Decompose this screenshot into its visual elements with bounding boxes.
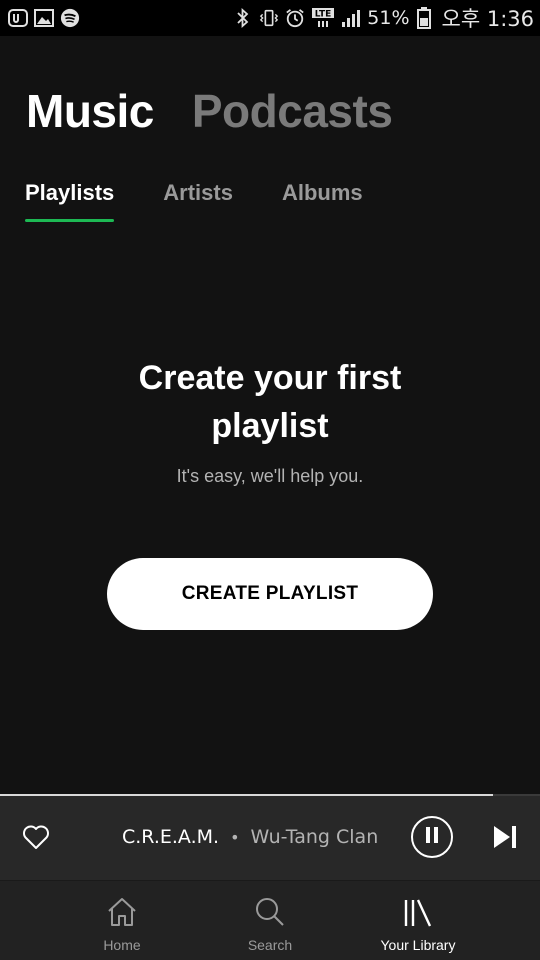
now-playing-info[interactable]: C.R.E.A.M. • Wu-Tang Clan: [122, 826, 378, 848]
empty-state: Create your first playlist It's easy, we…: [0, 354, 540, 487]
app-icon: [8, 8, 28, 28]
home-icon: [105, 895, 139, 929]
status-right: LTE 51% 오후 1:36: [233, 3, 534, 33]
lte-icon: LTE: [311, 8, 335, 28]
separator-dot: •: [230, 827, 240, 847]
sub-tabs: Playlists Artists Albums: [25, 180, 363, 222]
empty-state-subtitle: It's easy, we'll help you.: [176, 466, 364, 486]
tab-podcasts[interactable]: Podcasts: [192, 84, 393, 138]
empty-state-title: Create your first playlist: [138, 359, 402, 445]
now-playing-bar[interactable]: C.R.E.A.M. • Wu-Tang Clan: [0, 796, 540, 880]
heart-icon[interactable]: [22, 824, 50, 852]
vibrate-icon: [259, 8, 279, 28]
tab-playlists[interactable]: Playlists: [25, 180, 115, 222]
status-bar: LTE 51% 오후 1:36: [0, 0, 540, 36]
status-time: 오후 1:36: [441, 7, 534, 31]
signal-icon: [341, 8, 361, 28]
track-title: C.R.E.A.M.: [122, 826, 220, 848]
lte-label: LTE: [315, 10, 332, 20]
nav-home[interactable]: Home: [48, 881, 196, 960]
alarm-icon: [285, 8, 305, 28]
pause-icon: [424, 826, 440, 849]
nav-your-library[interactable]: Your Library: [344, 881, 492, 960]
tab-albums[interactable]: Albums: [282, 180, 363, 222]
nav-search-label: Search: [247, 937, 293, 953]
tab-artists[interactable]: Artists: [163, 180, 233, 222]
search-icon: [253, 895, 287, 929]
nav-search[interactable]: Search: [196, 881, 344, 960]
battery-percent: 51%: [367, 7, 410, 29]
skip-next-icon[interactable]: [492, 824, 518, 850]
battery-icon: [416, 7, 432, 29]
nav-your-library-label: Your Library: [380, 937, 456, 953]
nav-home-label: Home: [103, 937, 141, 953]
spotify-icon: [60, 8, 80, 28]
bluetooth-icon: [233, 8, 253, 28]
tab-music[interactable]: Music: [26, 84, 154, 138]
library-icon: [401, 895, 435, 929]
status-left: [8, 8, 80, 28]
create-playlist-button[interactable]: CREATE PLAYLIST: [107, 558, 433, 630]
top-tabs: Music Podcasts: [26, 84, 393, 138]
bottom-nav: Home Search Your Library: [0, 880, 540, 960]
pause-button[interactable]: [411, 816, 453, 858]
track-artist: Wu-Tang Clan: [250, 826, 379, 848]
gallery-icon: [34, 8, 54, 28]
